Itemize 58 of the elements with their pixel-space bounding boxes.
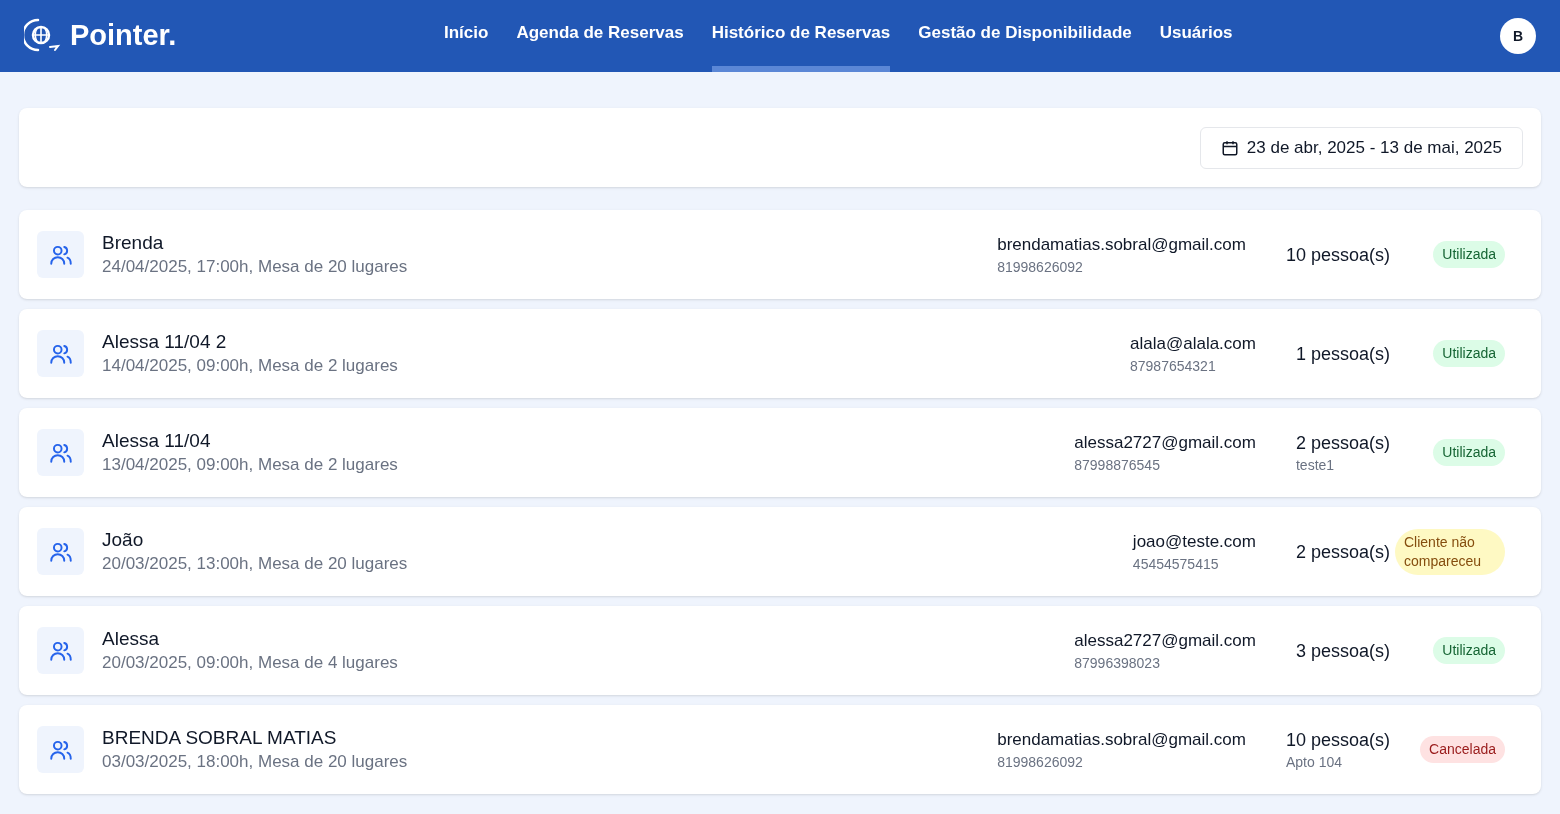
guest-email: alessa2727@gmail.com xyxy=(1074,431,1256,454)
guest-email: brendamatias.sobral@gmail.com xyxy=(997,728,1246,751)
status-badge: Cancelada xyxy=(1420,736,1505,763)
reservation-details: 03/03/2025, 18:00h, Mesa de 20 lugares xyxy=(102,750,408,773)
guest-name: Alessa xyxy=(102,626,161,651)
reservation-card[interactable]: Brenda 24/04/2025, 17:00h, Mesa de 20 lugares brendamatias.sobral@gmail.com 81998626092 10 pessoa(s) Utilizada xyxy=(19,210,1541,299)
guest-name: Alessa 11/04 xyxy=(102,428,212,453)
date-range-picker[interactable]: 23 de abr, 2025 - 13 de mai, 2025 xyxy=(1199,126,1523,169)
guest-phone: 81998626092 xyxy=(997,752,1084,772)
guest-email: alala@alala.com xyxy=(1130,332,1256,355)
reservation-card[interactable]: Alessa 11/04 13/04/2025, 09:00h, Mesa de 2 lugares alessa2727@gmail.com 87998876545 2 pessoa(s) teste1 Utilizada xyxy=(19,408,1541,497)
party-size: 2 pessoa(s) xyxy=(1295,540,1390,564)
nav-tab[interactable]: Agenda de Reservas xyxy=(516,0,684,72)
party-size: 2 pessoa(s) xyxy=(1295,431,1390,455)
nav-tab[interactable]: Início xyxy=(444,0,489,72)
party-size: 1 pessoa(s) xyxy=(1295,342,1390,366)
guest-email: alessa2727@gmail.com xyxy=(1074,629,1256,652)
guest-phone: 81998626092 xyxy=(997,257,1084,277)
guest-name: Brenda xyxy=(102,230,165,255)
status-badge: Utilizada xyxy=(1433,340,1505,367)
nav-tab[interactable]: Usuários xyxy=(1159,0,1233,72)
guest-phone: 45454575415 xyxy=(1132,554,1220,574)
guest-phone: 87996398023 xyxy=(1074,653,1161,673)
people-icon xyxy=(37,330,84,377)
status-badge: Utilizada xyxy=(1433,241,1505,268)
reservation-details: 13/04/2025, 09:00h, Mesa de 2 lugares xyxy=(102,453,398,476)
reservation-details: 14/04/2025, 09:00h, Mesa de 2 lugares xyxy=(102,354,398,377)
guest-phone: 87987654321 xyxy=(1130,356,1217,376)
reservation-details: 24/04/2025, 17:00h, Mesa de 20 lugares xyxy=(102,255,408,278)
reservation-note: Apto 104 xyxy=(1285,752,1343,772)
people-icon xyxy=(37,429,84,476)
people-icon xyxy=(37,726,84,773)
people-icon xyxy=(37,231,84,278)
reservation-note: teste1 xyxy=(1295,455,1336,475)
status-badge: Utilizada xyxy=(1433,637,1505,664)
reservation-card[interactable]: Alessa 11/04 2 14/04/2025, 09:00h, Mesa de 2 lugares alala@alala.com 87987654321 1 pessoa(s) Utilizada xyxy=(19,309,1541,398)
calendar-icon xyxy=(1220,138,1239,157)
party-size: 10 pessoa(s) xyxy=(1285,728,1390,752)
reservation-card[interactable]: Alessa 20/03/2025, 09:00h, Mesa de 4 lugares alessa2727@gmail.com 87996398023 3 pessoa(s) Utilizada xyxy=(19,606,1541,695)
status-badge: Cliente não compareceu xyxy=(1395,528,1505,575)
nav-tab[interactable]: Histórico de Reservas xyxy=(711,0,891,72)
guest-email: joao@teste.com xyxy=(1132,530,1256,553)
people-icon xyxy=(37,627,84,674)
people-icon xyxy=(37,528,84,575)
user-avatar[interactable]: B xyxy=(1500,18,1536,54)
status-badge: Utilizada xyxy=(1433,439,1505,466)
brand-logo[interactable]: Pointer. xyxy=(70,14,177,58)
reservation-card[interactable]: BRENDA SOBRAL MATIAS 03/03/2025, 18:00h, Mesa de 20 lugares brendamatias.sobral@gmail.com 81998626092 10 pessoa(s) Apto 104 Cancelada xyxy=(19,705,1541,794)
reservation-details: 20/03/2025, 09:00h, Mesa de 4 lugares xyxy=(102,651,398,674)
party-size: 10 pessoa(s) xyxy=(1285,243,1390,267)
guest-name: João xyxy=(102,527,145,552)
party-size: 3 pessoa(s) xyxy=(1295,639,1390,663)
guest-phone: 87998876545 xyxy=(1074,455,1161,475)
guest-name: BRENDA SOBRAL MATIAS xyxy=(102,725,338,750)
reservation-details: 20/03/2025, 13:00h, Mesa de 20 lugares xyxy=(102,552,408,575)
guest-email: brendamatias.sobral@gmail.com xyxy=(997,233,1246,256)
nav-tab[interactable]: Gestão de Disponibilidade xyxy=(918,0,1132,72)
guest-name: Alessa 11/04 2 xyxy=(102,329,228,354)
